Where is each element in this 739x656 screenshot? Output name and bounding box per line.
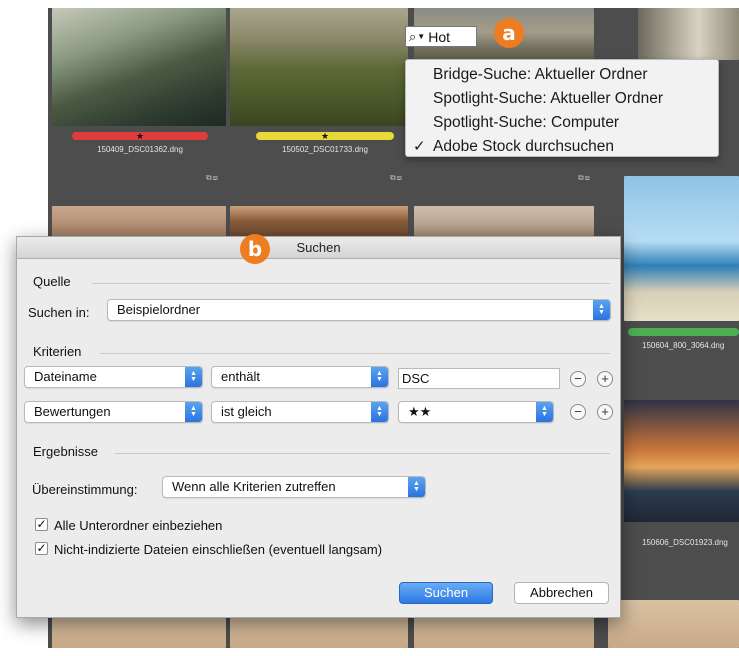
thumbnail-image[interactable]: [230, 8, 408, 126]
thumbnail-image[interactable]: [52, 614, 226, 648]
include-subfolders-label: Alle Unterordner einbeziehen: [54, 518, 223, 533]
include-subfolders-checkbox[interactable]: ✓: [35, 518, 48, 531]
thumbnail-image[interactable]: [624, 176, 739, 321]
chevron-down-icon: ▼: [417, 32, 426, 41]
search-icon: ⌕: [409, 28, 417, 44]
divider: [92, 283, 610, 284]
section-title-criteria: Kriterien: [33, 344, 82, 359]
add-criterion-button[interactable]: +: [597, 371, 613, 387]
search-in-label: Suchen in:: [28, 305, 90, 320]
menu-item-spotlight-current-folder[interactable]: Spotlight-Suche: Aktueller Ordner: [406, 87, 718, 111]
remove-criterion-button[interactable]: −: [570, 404, 586, 420]
callout-badge-a: a: [494, 18, 524, 48]
thumbnail-filename: 150604_800_3064.dng: [642, 341, 725, 350]
divider: [115, 453, 610, 454]
select-arrows-icon: ▲ ▼: [536, 402, 553, 422]
thumbnail-filename: 150409_DSC01362.dng: [97, 145, 183, 154]
criteria-operator-select[interactable]: ist gleich ▲ ▼: [211, 401, 389, 423]
section-title-results: Ergebnisse: [33, 444, 99, 459]
thumbnail-image[interactable]: [414, 614, 594, 648]
rating-star[interactable]: ★: [72, 132, 208, 141]
criteria-field-select[interactable]: Bewertungen ▲ ▼: [24, 401, 203, 423]
rating-star[interactable]: ★: [256, 132, 394, 141]
criteria-operator-select[interactable]: enthält ▲ ▼: [211, 366, 389, 388]
cancel-button[interactable]: Abbrechen: [514, 582, 609, 604]
thumbnail-image[interactable]: [414, 206, 594, 236]
select-arrows-icon: ▲ ▼: [371, 402, 388, 422]
thumbnail-filename: 150606_DSC01923.dng: [642, 538, 728, 547]
thumbnail-image[interactable]: [52, 8, 226, 126]
remove-criterion-button[interactable]: −: [570, 371, 586, 387]
checkmark-icon: ✓: [413, 138, 426, 155]
search-input[interactable]: ⌕ ▼ Hot: [405, 26, 477, 47]
select-arrows-icon: ▲ ▼: [593, 300, 610, 320]
select-arrows-icon: ▲ ▼: [371, 367, 388, 387]
thumbnail-image[interactable]: [638, 8, 739, 60]
callout-badge-b: b: [240, 234, 270, 264]
select-arrows-icon: ▲ ▼: [408, 477, 425, 497]
section-title-source: Quelle: [33, 274, 71, 289]
thumbnail-image[interactable]: [230, 614, 408, 648]
dialog-titlebar[interactable]: Suchen: [17, 237, 620, 259]
include-unindexed-checkbox[interactable]: ✓: [35, 542, 48, 555]
metadata-icons: ⧉⧈: [206, 173, 219, 182]
criteria-value-input[interactable]: DSC: [398, 368, 560, 389]
match-select[interactable]: Wenn alle Kriterien zutreffen ▲ ▼: [162, 476, 426, 498]
search-in-select[interactable]: Beispielordner ▲ ▼: [107, 299, 611, 321]
thumbnail-image[interactable]: [624, 400, 739, 522]
select-arrows-icon: ▲ ▼: [185, 402, 202, 422]
metadata-icons: ⧉⧈: [390, 173, 403, 182]
thumbnail-image[interactable]: [52, 206, 226, 236]
add-criterion-button[interactable]: +: [597, 404, 613, 420]
thumbnail-image[interactable]: [608, 600, 739, 648]
thumbnail-image[interactable]: [230, 206, 408, 236]
search-button[interactable]: Suchen: [399, 582, 493, 604]
thumbnail-filename: 150502_DSC01733.dng: [282, 145, 368, 154]
criteria-field-select[interactable]: Dateiname ▲ ▼: [24, 366, 203, 388]
menu-item-adobe-stock[interactable]: ✓ Adobe Stock durchsuchen: [406, 135, 718, 159]
include-unindexed-label: Nicht-indizierte Dateien einschließen (e…: [54, 542, 383, 557]
menu-item-spotlight-computer[interactable]: Spotlight-Suche: Computer: [406, 111, 718, 135]
divider: [100, 353, 610, 354]
criteria-rating-select[interactable]: ★★ ▲ ▼: [398, 401, 554, 423]
search-scope-menu: Bridge-Suche: Aktueller Ordner Spotlight…: [405, 59, 719, 157]
color-label-yellow: ★: [256, 132, 394, 141]
color-label-green: [628, 328, 739, 336]
search-query: Hot: [428, 28, 450, 45]
color-label-red: ★: [72, 132, 208, 141]
match-label: Übereinstimmung:: [32, 482, 138, 497]
select-arrows-icon: ▲ ▼: [185, 367, 202, 387]
menu-item-bridge-current-folder[interactable]: Bridge-Suche: Aktueller Ordner: [406, 63, 718, 87]
metadata-icons: ⧉⧈: [578, 173, 591, 182]
search-dialog: Suchen Quelle Suchen in: Beispielordner …: [16, 236, 621, 618]
